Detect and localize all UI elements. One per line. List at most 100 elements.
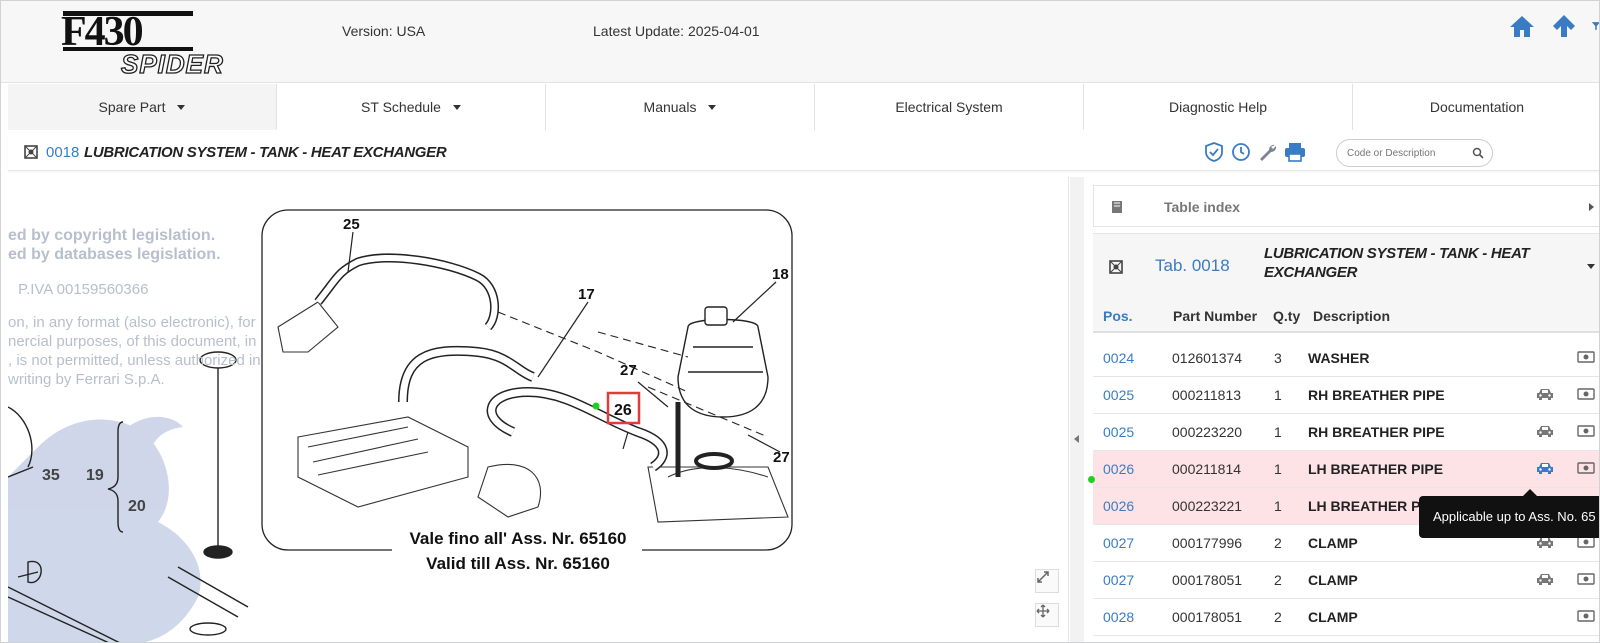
view-icon[interactable] bbox=[1577, 424, 1595, 440]
table-row[interactable]: 0026 000211814 1 LH BREATHER PIPE bbox=[1093, 451, 1599, 488]
panel-splitter[interactable] bbox=[1070, 177, 1084, 642]
callout-27a[interactable]: 27 bbox=[620, 362, 637, 379]
view-icon[interactable] bbox=[1577, 461, 1595, 477]
nav-electrical-system[interactable]: Electrical System bbox=[815, 84, 1084, 130]
parts-table-header: Pos. Part Number Q.ty Description bbox=[1093, 299, 1599, 333]
table-row[interactable]: 0025 000211813 1 RH BREATHER PIPE bbox=[1093, 377, 1599, 414]
callout-26[interactable]: 26 bbox=[614, 402, 632, 419]
collapse-left-icon[interactable] bbox=[1074, 435, 1079, 443]
col-description[interactable]: Description bbox=[1313, 308, 1390, 324]
table-row[interactable]: 0025 000223220 1 RH BREATHER PIPE bbox=[1093, 414, 1599, 451]
expansion-tank bbox=[677, 306, 769, 470]
row-part-number: 000223221 bbox=[1172, 498, 1243, 514]
row-qty: 1 bbox=[1274, 498, 1282, 514]
print-icon[interactable] bbox=[1284, 140, 1306, 164]
row-qty: 2 bbox=[1274, 609, 1282, 625]
table-row[interactable]: 0027 000178051 2 CLAMP bbox=[1093, 562, 1599, 599]
callout-19[interactable]: 19 bbox=[86, 467, 104, 484]
row-qty: 2 bbox=[1274, 572, 1282, 588]
logo-sub-text: SPIDER bbox=[121, 49, 224, 77]
home-icon[interactable] bbox=[1507, 11, 1537, 41]
table-title-bar: 0018 LUBRICATION SYSTEM - TANK - HEAT EX… bbox=[8, 135, 1599, 171]
watermark-line: on, in any format (also electronic), for bbox=[8, 314, 256, 331]
version-label: Version: USA bbox=[342, 23, 426, 39]
row-description: LH BREATHER PIPE bbox=[1308, 461, 1444, 477]
watermark-line: , is not permitted, unless authorized in bbox=[8, 352, 261, 369]
watermark-line: nercial purposes, of this document, in bbox=[8, 333, 257, 350]
f430-spider-logo[interactable]: F430 SPIDER bbox=[59, 9, 264, 80]
nav-spare-part[interactable]: Spare Part bbox=[8, 84, 277, 130]
callout-18[interactable]: 18 bbox=[772, 266, 789, 283]
nav-label: Diagnostic Help bbox=[1168, 99, 1268, 115]
col-part-number[interactable]: Part Number bbox=[1173, 308, 1257, 324]
row-qty: 1 bbox=[1274, 387, 1282, 403]
table-row[interactable]: 0028 000178051 2 CLAMP bbox=[1093, 599, 1599, 636]
view-icon[interactable] bbox=[1577, 572, 1595, 588]
row-pos[interactable]: 0028 bbox=[1103, 609, 1134, 625]
row-part-number: 000211814 bbox=[1172, 461, 1242, 477]
col-qty[interactable]: Q.ty bbox=[1273, 308, 1300, 324]
view-icon[interactable] bbox=[1577, 350, 1595, 366]
filter-icon[interactable] bbox=[1591, 11, 1599, 41]
nav-manuals[interactable]: Manuals bbox=[546, 84, 815, 130]
caption-english: Valid till Ass. Nr. 65160 bbox=[426, 554, 610, 573]
car-icon[interactable] bbox=[1536, 461, 1554, 478]
caret-down-icon[interactable] bbox=[1587, 264, 1595, 269]
callout-17[interactable]: 17 bbox=[578, 286, 595, 303]
row-description: WASHER bbox=[1308, 350, 1370, 366]
arrow-up-icon[interactable] bbox=[1549, 11, 1579, 41]
clock-icon[interactable] bbox=[1230, 140, 1252, 164]
watermark-line: ed by copyright legislation. bbox=[8, 227, 216, 244]
table-row[interactable]: 0024 012601374 3 WASHER bbox=[1093, 340, 1599, 377]
row-qty: 1 bbox=[1274, 461, 1282, 477]
row-description: RH BREATHER PIPE bbox=[1308, 424, 1445, 440]
table-code[interactable]: 0018 bbox=[46, 144, 79, 161]
caret-down-icon bbox=[452, 104, 461, 110]
row-pos[interactable]: 0026 bbox=[1103, 498, 1134, 514]
shield-check-icon[interactable] bbox=[1203, 140, 1225, 164]
nav-diagnostic-help[interactable]: Diagnostic Help bbox=[1084, 84, 1353, 130]
car-icon[interactable] bbox=[1536, 387, 1554, 404]
row-pos[interactable]: 0027 bbox=[1103, 535, 1134, 551]
table-index-toggle[interactable]: Table index bbox=[1093, 185, 1599, 227]
view-icon[interactable] bbox=[1577, 609, 1595, 625]
callout-27b[interactable]: 27 bbox=[773, 449, 790, 466]
latest-update-label: Latest Update: 2025-04-01 bbox=[593, 23, 760, 39]
row-pos[interactable]: 0026 bbox=[1103, 461, 1134, 477]
nav-documentation[interactable]: Documentation bbox=[1353, 84, 1599, 130]
row-part-number: 012601374 bbox=[1172, 350, 1243, 366]
nav-st-schedule[interactable]: ST Schedule bbox=[277, 84, 546, 130]
watermark-line: writing by Ferrari S.p.A. bbox=[8, 371, 165, 388]
row-pos[interactable]: 0025 bbox=[1103, 387, 1134, 403]
expand-icon[interactable] bbox=[1035, 569, 1059, 593]
parts-table-body: 0024 012601374 3 WASHER 0025 000211813 1 RH BRE… bbox=[1093, 340, 1599, 636]
header: F430 SPIDER Version: USA Latest Update: … bbox=[1, 1, 1599, 83]
car-icon[interactable] bbox=[1536, 572, 1554, 589]
caret-down-icon bbox=[177, 104, 186, 110]
tab-header[interactable]: Tab. 0018 LUBRICATION SYSTEM - TANK - HE… bbox=[1093, 233, 1599, 299]
callout-35[interactable]: 35 bbox=[42, 467, 60, 484]
nav-label: Documentation bbox=[1429, 99, 1525, 115]
recenter-icon[interactable] bbox=[1035, 603, 1059, 627]
car-icon[interactable] bbox=[1536, 424, 1554, 441]
view-icon[interactable] bbox=[1577, 387, 1595, 403]
search-icon[interactable] bbox=[1472, 146, 1484, 164]
row-qty: 2 bbox=[1274, 535, 1282, 551]
row-pos[interactable]: 0025 bbox=[1103, 424, 1134, 440]
row-pos[interactable]: 0024 bbox=[1103, 350, 1134, 366]
tab-code: Tab. 0018 bbox=[1155, 256, 1230, 275]
table-index-label: Table index bbox=[1164, 199, 1240, 215]
row-selection-dot bbox=[1088, 476, 1095, 483]
exploded-drawing[interactable]: 25 17 18 27 26 27 35 19 20 Vale fino all… bbox=[8, 177, 1069, 642]
row-part-number: 000177996 bbox=[1172, 535, 1243, 551]
row-description: CLAMP bbox=[1308, 535, 1358, 551]
wrench-icon[interactable] bbox=[1257, 140, 1279, 164]
tab-title: LUBRICATION SYSTEM - TANK - HEAT EXCHANG… bbox=[1264, 245, 1530, 281]
callout-25[interactable]: 25 bbox=[343, 216, 360, 233]
search-input[interactable] bbox=[1347, 145, 1472, 162]
row-pos[interactable]: 0027 bbox=[1103, 572, 1134, 588]
row-qty: 1 bbox=[1274, 424, 1282, 440]
col-pos[interactable]: Pos. bbox=[1103, 308, 1133, 324]
callout-20[interactable]: 20 bbox=[128, 498, 146, 515]
prancing-horse-watermark bbox=[8, 416, 201, 642]
